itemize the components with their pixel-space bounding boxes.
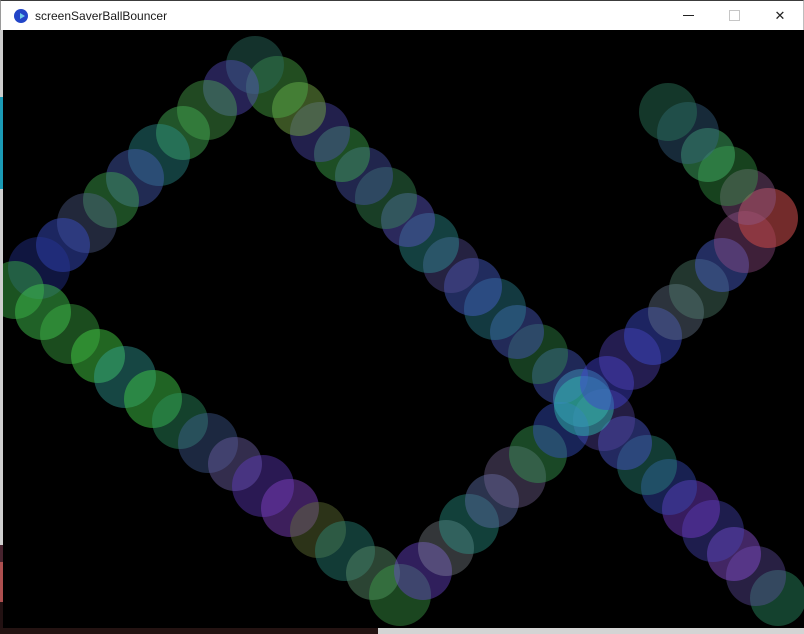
titlebar: screenSaverBallBouncer ✕ xyxy=(0,0,804,30)
ball-canvas xyxy=(3,30,804,628)
bottom-sliver-segment xyxy=(378,628,804,634)
play-icon xyxy=(20,13,25,19)
minimize-icon xyxy=(683,15,694,16)
maximize-button[interactable] xyxy=(711,1,757,30)
maximize-icon xyxy=(729,10,740,21)
window-title: screenSaverBallBouncer xyxy=(35,1,167,31)
window-controls: ✕ xyxy=(665,1,803,31)
close-button[interactable]: ✕ xyxy=(757,1,803,30)
ball-trail xyxy=(3,30,804,628)
close-icon: ✕ xyxy=(775,9,786,22)
bottom-sliver-segment xyxy=(0,628,378,634)
minimize-button[interactable] xyxy=(665,1,711,30)
ball xyxy=(639,83,697,141)
app-icon xyxy=(14,9,28,23)
